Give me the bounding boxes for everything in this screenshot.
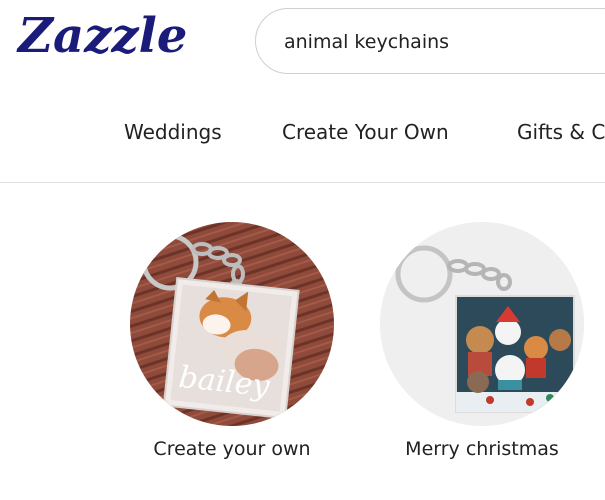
keychain-photo-image[interactable]: bailey <box>130 222 334 426</box>
search-bar[interactable] <box>255 8 605 74</box>
keychain-photo-illustration: bailey <box>130 222 334 426</box>
christmas-keychain-illustration <box>380 222 584 426</box>
zazzle-logo[interactable]: Zazzle <box>18 8 187 64</box>
category-nav: Weddings Create Your Own Gifts & C <box>0 110 605 158</box>
christmas-keychain-image[interactable] <box>380 222 584 426</box>
nav-item-gifts[interactable]: Gifts & C <box>517 120 605 144</box>
nav-item-weddings[interactable]: Weddings <box>124 120 222 144</box>
search-input[interactable] <box>284 29 584 55</box>
card-label[interactable]: Create your own <box>130 438 334 460</box>
nav-item-create-your-own[interactable]: Create Your Own <box>282 120 449 144</box>
card-label[interactable]: Merry christmas <box>380 438 584 460</box>
header-divider <box>0 182 605 183</box>
site-header: Zazzle <box>0 0 605 88</box>
